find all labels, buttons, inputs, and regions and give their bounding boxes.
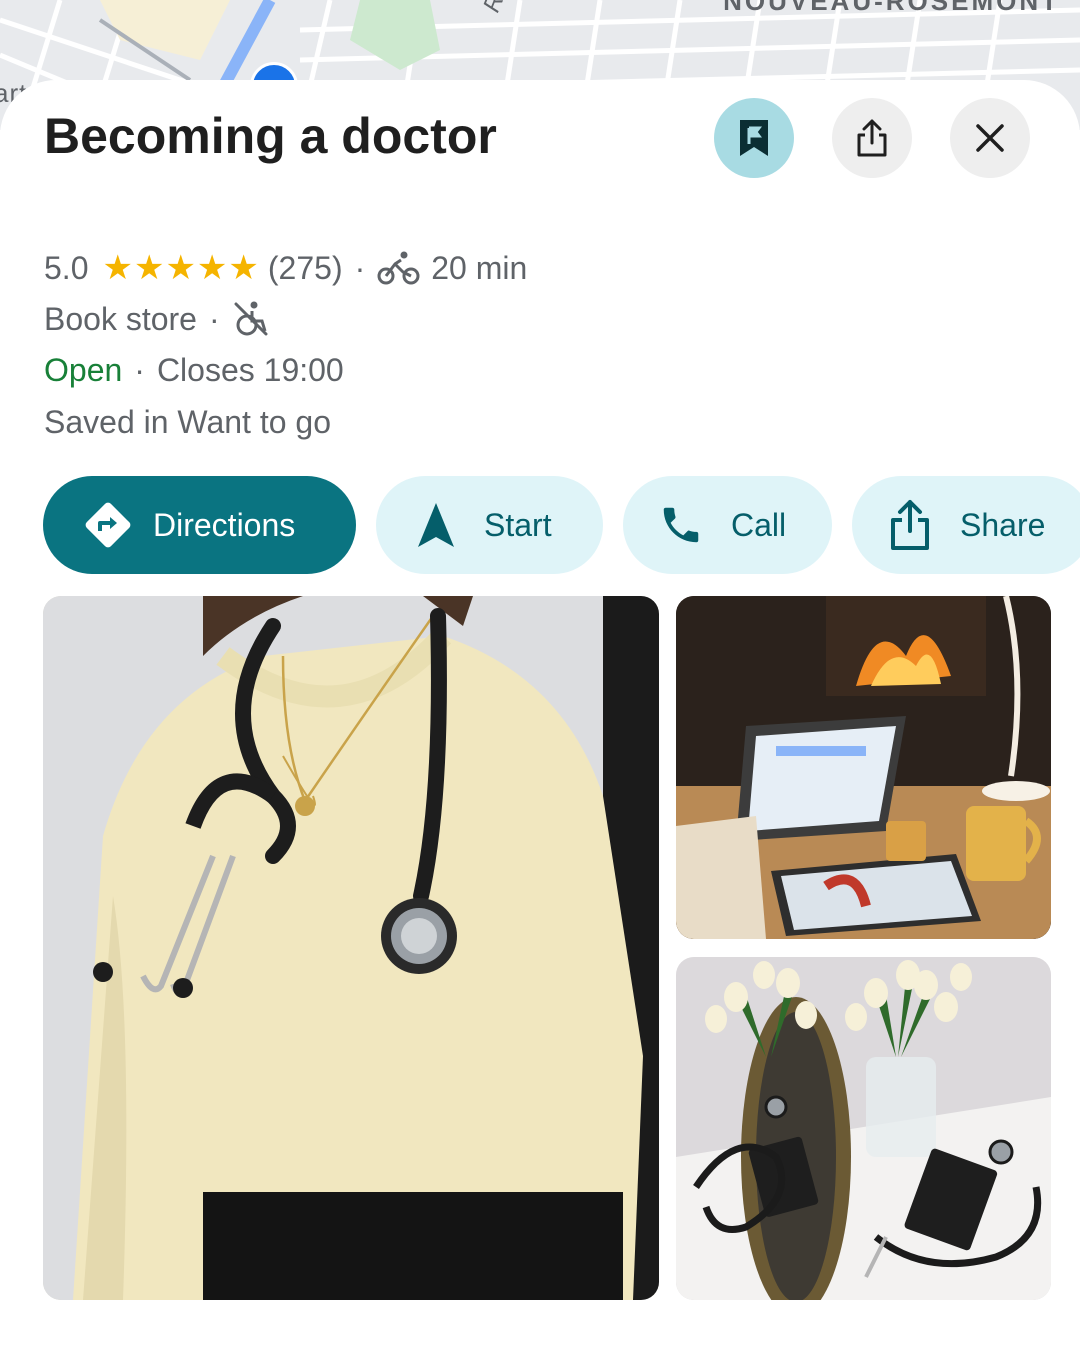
photo-table-tulips[interactable] — [676, 957, 1051, 1300]
photo-stethoscope-sweater — [43, 596, 659, 1300]
phone-icon — [657, 502, 705, 548]
share-icon — [857, 119, 887, 157]
hours-row[interactable]: Open · Closes 19:00 — [44, 352, 344, 389]
neighborhood-label: NOUVEAU-ROSEMONT — [723, 0, 1060, 16]
separator-dot: · — [208, 300, 220, 337]
bookmark-icon — [740, 120, 768, 156]
navigation-arrow-icon — [414, 501, 458, 549]
start-button[interactable]: Start — [376, 476, 603, 574]
saved-list-text: Saved in Want to go — [44, 404, 331, 440]
call-label: Call — [731, 506, 787, 543]
saved-list-row[interactable]: Saved in Want to go — [44, 404, 331, 441]
category-row: Book store · — [44, 300, 280, 338]
share-label: Share — [960, 506, 1046, 543]
share-button[interactable] — [832, 98, 912, 178]
directions-label: Directions — [153, 506, 296, 543]
place-title: Becoming a doctor — [44, 108, 497, 164]
separator-dot: · — [134, 352, 145, 388]
rating-row: 5.0 ★★★★★ (275) · 20 min — [44, 248, 527, 288]
no-wheelchair-access-icon — [232, 300, 270, 338]
photo-stethoscopes-tulips — [676, 957, 1051, 1300]
share-icon — [888, 499, 932, 551]
start-label: Start — [484, 506, 552, 543]
action-chips: Directions Start Call Share — [0, 476, 1080, 574]
separator-dot: · — [354, 249, 366, 286]
save-button[interactable] — [714, 98, 794, 178]
call-button[interactable]: Call — [623, 476, 832, 574]
photo-laptop-fireplace — [676, 596, 1051, 939]
directions-icon — [77, 498, 139, 552]
directions-button[interactable]: Directions — [43, 476, 356, 574]
closing-time: Closes 19:00 — [156, 352, 344, 388]
open-status: Open — [44, 352, 123, 388]
star-rating: ★★★★★ — [102, 249, 260, 287]
travel-time: 20 min — [431, 249, 528, 286]
rating-value: 5.0 — [44, 249, 89, 286]
close-button[interactable] — [950, 98, 1030, 178]
bicycle-icon — [377, 250, 421, 286]
close-icon — [976, 124, 1004, 152]
photo-main[interactable] — [43, 596, 659, 1300]
place-sheet: Becoming a doctor 5.0 ★★★★★ (275) · 20 m… — [0, 80, 1080, 1350]
review-count[interactable]: (275) — [268, 250, 343, 287]
share-action-button[interactable]: Share — [852, 476, 1080, 574]
photo-study-desk[interactable] — [676, 596, 1051, 939]
place-category: Book store — [44, 300, 197, 337]
